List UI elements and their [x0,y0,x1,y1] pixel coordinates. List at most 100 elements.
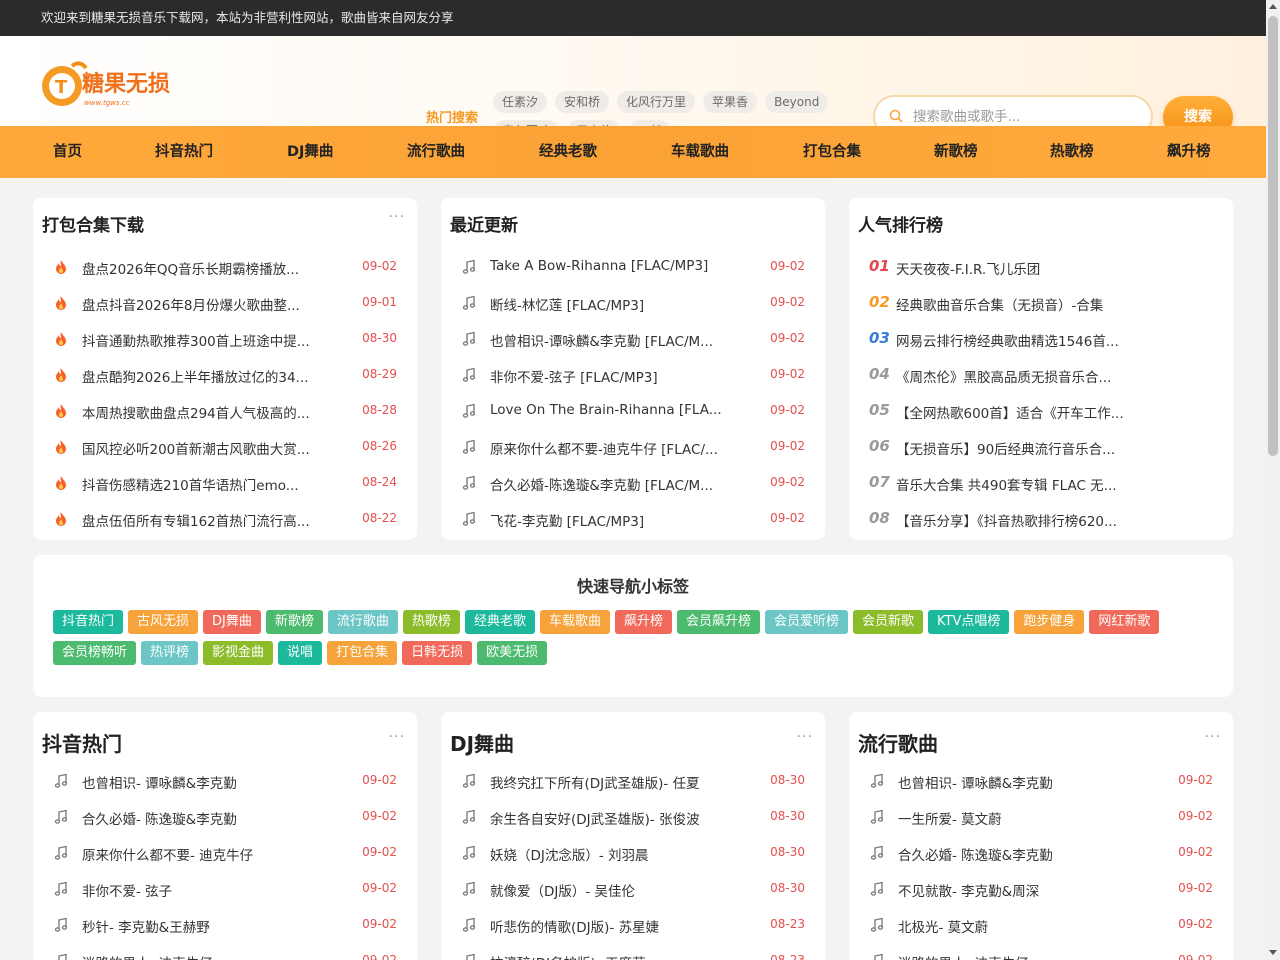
list-item-title[interactable]: 飞花-李克勤 [FLAC/MP3] [490,510,735,530]
list-item[interactable]: 国风控必听200首新潮古风歌曲大赏... 08-26 [33,430,417,466]
rank-title[interactable]: 天天夜夜-F.I.R.飞儿乐团 [896,258,1156,278]
list-item[interactable]: 妖娆（DJ沈念版）- 刘羽晨 08-30 [441,836,825,872]
nav-item[interactable]: 抖音热门 [155,126,213,178]
list-item-title[interactable]: 也曾相识- 谭咏麟&李克勤 [898,772,1143,792]
rank-item[interactable]: 03 网易云排行榜经典歌曲精选1546首... [849,322,1233,358]
douyin-more-button[interactable]: ··· [389,729,405,745]
list-item-title[interactable]: 就像爱（DJ版）- 吴佳伦 [490,880,735,900]
quick-nav-tag[interactable]: 欧美无损 [477,641,548,665]
list-item-title[interactable]: 合久必婚-陈逸璇&李克勤 [FLAC/M... [490,474,735,494]
list-item-title[interactable]: 盘点伍佰所有专辑162首热门流行高... [82,510,327,530]
hot-search-tag[interactable]: 安和桥 [555,91,610,113]
list-item-title[interactable]: 抖音通勤热歌推荐300首上班途中提... [82,330,327,350]
list-item[interactable]: 抖音伤感精选210首华语热门emo... 08-24 [33,466,417,502]
list-item-title[interactable]: 秒针- 李克勤&王赫野 [82,916,327,936]
rank-item[interactable]: 01 天天夜夜-F.I.R.飞儿乐团 [849,250,1233,286]
list-item-title[interactable]: 余生各自安好(DJ武圣雄版)- 张俊波 [490,808,735,828]
list-item-title[interactable]: 原来你什么都不要-迪克牛仔 [FLAC/... [490,438,735,458]
hot-search-tag[interactable]: 化风行万里 [617,91,696,113]
list-item[interactable]: 非你不爱-弦子 [FLAC/MP3] 09-02 [441,358,825,394]
list-item-title[interactable]: 合久必婚- 陈逸璇&李克勤 [82,808,327,828]
quick-nav-tag[interactable]: 影视金曲 [203,641,274,665]
list-item-title[interactable]: 国风控必听200首新潮古风歌曲大赏... [82,438,327,458]
rank-title[interactable]: 经典歌曲音乐合集（无损音）-合集 [896,294,1156,314]
quick-nav-tag[interactable]: KTV点唱榜 [928,610,1010,634]
quick-nav-tag[interactable]: 车载歌曲 [539,610,610,634]
list-item[interactable]: 原来你什么都不要- 迪克牛仔 09-02 [33,836,417,872]
list-item[interactable]: 原来你什么都不要-迪克牛仔 [FLAC/... 09-02 [441,430,825,466]
quick-nav-tag[interactable]: DJ舞曲 [203,610,261,634]
list-item[interactable]: 盘点2026年QQ音乐长期霸榜播放... 09-02 [33,250,417,286]
list-item-title[interactable]: 不见就散- 李克勤&周深 [898,880,1143,900]
rank-title[interactable]: 【无损音乐】90后经典流行音乐合... [896,438,1156,458]
list-item-title[interactable]: 断线-林忆莲 [FLAC/MP3] [490,294,735,314]
list-item-title[interactable]: 盘点酷狗2026上半年播放过亿的34... [82,366,327,386]
quick-nav-tag[interactable]: 说唱 [278,641,323,665]
list-item-title[interactable]: 迷路的男人- 迪克牛仔 [898,952,1143,960]
list-item[interactable]: 盘点酷狗2026上半年播放过亿的34... 08-29 [33,358,417,394]
nav-item[interactable]: 飙升榜 [1167,126,1211,178]
list-item[interactable]: 就像爱（DJ版）- 吴佳伦 08-30 [441,872,825,908]
list-item[interactable]: 余生各自安好(DJ武圣雄版)- 张俊波 08-30 [441,800,825,836]
list-item[interactable]: Love On The Brain-Rihanna [FLA... 09-02 [441,394,825,430]
rank-item[interactable]: 06 【无损音乐】90后经典流行音乐合... [849,430,1233,466]
nav-item[interactable]: 流行歌曲 [407,126,465,178]
list-item[interactable]: 抖音通勤热歌推荐300首上班途中提... 08-30 [33,322,417,358]
scroll-down-arrow[interactable] [1269,950,1277,955]
rank-item[interactable]: 02 经典歌曲音乐合集（无损音）-合集 [849,286,1233,322]
rank-title[interactable]: 《周杰伦》黑胶高品质无损音乐合... [896,366,1156,386]
list-item-title[interactable]: Love On The Brain-Rihanna [FLA... [490,402,735,418]
rank-item[interactable]: 08 【音乐分享】《抖音热歌排行榜620... [849,502,1233,538]
list-item[interactable]: 北极光- 莫文蔚 09-02 [849,908,1233,944]
list-item[interactable]: 断线-林忆莲 [FLAC/MP3] 09-02 [441,286,825,322]
list-item-title[interactable]: 拉濠醉(DJ名护版)- 王度芬 [490,952,735,960]
list-item-title[interactable]: 我终究扛下所有(DJ武圣雄版)- 任夏 [490,772,735,792]
quick-nav-tag[interactable]: 流行歌曲 [327,610,398,634]
rank-title[interactable]: 【音乐分享】《抖音热歌排行榜620... [896,510,1156,530]
list-item-title[interactable]: 合久必婚- 陈逸璇&李克勤 [898,844,1143,864]
list-item[interactable]: 也曾相识- 谭咏麟&李克勤 09-02 [849,764,1233,800]
list-item-title[interactable]: 也曾相识- 谭咏麟&李克勤 [82,772,327,792]
list-item[interactable]: Take A Bow-Rihanna [FLAC/MP3] 09-02 [441,250,825,286]
list-item[interactable]: 一生所爱- 莫文蔚 09-02 [849,800,1233,836]
scrollbar[interactable] [1266,0,1280,960]
quick-nav-tag[interactable]: 飙升榜 [614,610,672,634]
hot-search-tag[interactable]: 苹果香 [703,91,758,113]
quick-nav-tag[interactable]: 会员爱听榜 [765,610,849,634]
quick-nav-tag[interactable]: 热歌榜 [402,610,460,634]
nav-item[interactable]: 打包合集 [803,126,861,178]
quick-nav-tag[interactable]: 新歌榜 [265,610,323,634]
hot-search-tag[interactable]: 任素汐 [493,91,548,113]
list-item[interactable]: 拉濠醉(DJ名护版)- 王度芬 08-23 [441,944,825,960]
dj-more-button[interactable]: ··· [797,729,813,745]
quick-nav-tag[interactable]: 会员新歌 [853,610,924,634]
hot-search-tag[interactable]: Beyond [765,91,829,113]
quick-nav-tag[interactable]: 日韩无损 [402,641,473,665]
list-item-title[interactable]: 盘点2026年QQ音乐长期霸榜播放... [82,258,327,278]
list-item[interactable]: 合久必婚- 陈逸璇&李克勤 09-02 [33,800,417,836]
list-item[interactable]: 盘点伍佰所有专辑162首热门流行高... 08-22 [33,502,417,538]
nav-item[interactable]: 首页 [53,126,82,178]
list-item[interactable]: 合久必婚- 陈逸璇&李克勤 09-02 [849,836,1233,872]
list-item-title[interactable]: 盘点抖音2026年8月份爆火歌曲整... [82,294,327,314]
nav-item[interactable]: 经典老歌 [539,126,597,178]
list-item-title[interactable]: 抖音伤感精选210首华语热门emo... [82,474,327,494]
quick-nav-tag[interactable]: 会员飙升榜 [676,610,760,634]
nav-item[interactable]: 新歌榜 [934,126,978,178]
rank-item[interactable]: 07 音乐大合集 共490套专辑 FLAC 无... [849,466,1233,502]
list-item-title[interactable]: 也曾相识-谭咏麟&李克勤 [FLAC/M... [490,330,735,350]
quick-nav-tag[interactable]: 会员榜畅听 [53,641,137,665]
site-logo[interactable]: T 糖果无损 www.tgws.cc [40,58,200,110]
pack-more-button[interactable]: ··· [389,209,405,225]
list-item[interactable]: 盘点抖音2026年8月份爆火歌曲整... 09-01 [33,286,417,322]
rank-item[interactable]: 05 【全网热歌600首】适合《开车工作... [849,394,1233,430]
list-item[interactable]: 听悲伤的情歌(DJ版)- 苏星婕 08-23 [441,908,825,944]
list-item[interactable]: 迷路的男人- 迪克牛仔 09-02 [33,944,417,960]
nav-item[interactable]: 车载歌曲 [671,126,729,178]
list-item[interactable]: 飞花-李克勤 [FLAC/MP3] 09-02 [441,502,825,538]
quick-nav-tag[interactable]: 热评榜 [141,641,199,665]
quick-nav-tag[interactable]: 抖音热门 [53,610,124,634]
list-item[interactable]: 迷路的男人- 迪克牛仔 09-02 [849,944,1233,960]
list-item-title[interactable]: 本周热搜歌曲盘点294首人气极高的... [82,402,327,422]
nav-item[interactable]: DJ舞曲 [287,126,333,178]
